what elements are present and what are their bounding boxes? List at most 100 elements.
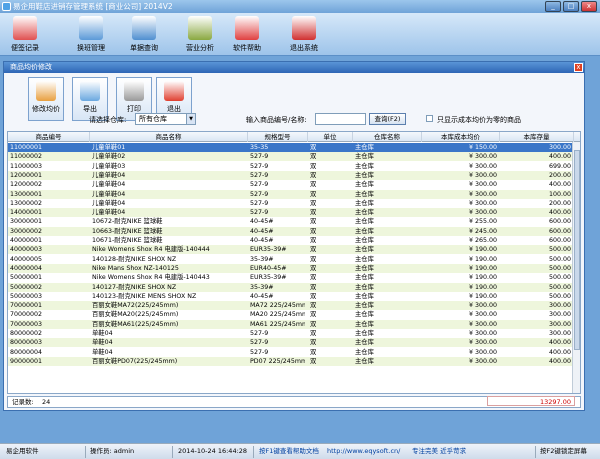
exit-icon [164, 81, 184, 101]
table-row[interactable]: 50000003 140123-耐克NIKE MENS SHOX NZ 40-45#… [8, 292, 574, 301]
filter-row: 请选择仓库: 所有仓库 ▼ 输入商品编号/名称: 查询(F2) 只显示成本均价为… [4, 112, 584, 127]
table-cell: 儿童单鞋02 [92, 153, 126, 161]
close-app-button[interactable]: x [581, 1, 597, 12]
column-header[interactable]: 单位 [308, 132, 353, 142]
table-cell: 双 [310, 237, 317, 244]
table-cell: 50000002 [10, 283, 43, 291]
table-row[interactable]: 70000001 百丽女鞋MA72(225/245mm) MA72 225/245m… [8, 301, 574, 311]
table-row[interactable]: 11000002 儿童单鞋02 527-9 双 主仓库 ¥ 300.00 400.00 [8, 152, 574, 162]
table-row[interactable]: 40000001 10671-耐克NIKE 篮球鞋 40-45# 双 主仓库 ¥ 265.… [8, 236, 574, 245]
table-row[interactable]: 80000003 单鞋04 527-9 双 主仓库 ¥ 300.00 400.00 [8, 338, 574, 348]
toolbar-bill-query-button[interactable]: 单据查询 [122, 14, 166, 55]
table-cell: 400.00 [548, 339, 571, 347]
toolbar-exit-button[interactable]: 退出系统 [282, 14, 326, 55]
table-row[interactable]: 40000005 140128-耐克NIKE SHOX NZ 35-39# 双 主仓库 ¥… [8, 255, 574, 264]
table-row[interactable]: 13000002 儿童单鞋04 527-9 双 主仓库 ¥ 300.00 200.00 [8, 199, 574, 208]
table-cell: 699.00 [548, 162, 571, 170]
table-cell: 主仓库 [355, 255, 374, 263]
table-row[interactable]: 12000001 儿童单鞋04 527-9 双 主仓库 ¥ 300.00 200.00 [8, 170, 574, 180]
column-header[interactable]: 仓库名称 [353, 132, 422, 142]
column-header[interactable]: 本库成本均价 [422, 132, 500, 142]
table-cell: 主仓库 [355, 227, 374, 235]
column-header[interactable]: 规格型号 [248, 132, 308, 142]
status-url[interactable]: http://www.eqysoft.cn/ [327, 444, 400, 459]
table-cell: MA72 225/245mm [250, 302, 305, 310]
table-cell: 10671-耐克NIKE 篮球鞋 [92, 237, 163, 244]
table-cell: 双 [310, 218, 317, 226]
table-row[interactable]: 13000001 儿童单鞋04 527-9 双 主仓库 ¥ 300.00 100.00 [8, 189, 574, 199]
table-row[interactable]: 50000002 140127-耐克NIKE SHOX NZ 35-39# 双 主仓库 ¥… [8, 282, 574, 292]
table-cell: 35-35 [250, 144, 269, 151]
table-row[interactable]: 14000001 儿童单鞋04 527-9 双 主仓库 ¥ 300.00 400.00 [8, 208, 574, 218]
table-cell: 140127-耐克NIKE SHOX NZ [92, 283, 177, 291]
table-cell: ¥ 190.00 [468, 255, 497, 263]
table-cell: 140123-耐克NIKE MENS SHOX NZ [92, 292, 197, 300]
table-cell: ¥ 300.00 [468, 348, 497, 356]
table-cell: 10663-耐克NIKE 篮球鞋 [92, 227, 163, 235]
shift-icon [79, 16, 103, 40]
maximize-button[interactable]: □ [563, 1, 579, 12]
table-cell: 主仓库 [355, 330, 374, 337]
column-header[interactable]: 商品编号 [8, 132, 90, 142]
table-cell: 单鞋04 [92, 339, 113, 347]
table-cell: 500.00 [548, 274, 571, 282]
table-cell: EUR35-39# [250, 246, 287, 254]
table-cell: 主仓库 [355, 199, 374, 207]
table-cell: ¥ 190.00 [468, 274, 497, 282]
table-cell: 11000002 [10, 153, 43, 161]
toolbar-help-button[interactable]: 软件帮助 [225, 14, 269, 55]
toolbar-shift-button[interactable]: 换班管理 [69, 14, 113, 55]
table-cell: 主仓库 [355, 237, 374, 244]
table-cell: 400.00 [548, 348, 571, 356]
table-cell: ¥ 300.00 [468, 320, 497, 328]
table-row[interactable]: 50000001 Nike Womens Shox R4 电建版-140443 EU… [8, 273, 574, 282]
column-header[interactable]: 商品名称 [90, 132, 248, 142]
table-cell: ¥ 300.00 [468, 190, 497, 198]
table-cell: ¥ 265.00 [468, 237, 497, 244]
table-cell: Nike Womens Shox R4 电建版-140443 [92, 274, 210, 282]
dialog-close-button[interactable]: x [574, 63, 583, 72]
search-input[interactable] [315, 113, 366, 125]
status-divider [253, 446, 254, 458]
table-cell: 双 [310, 311, 317, 319]
table-cell: 40000001 [10, 237, 43, 244]
table-row[interactable]: 80000004 单鞋04 527-9 双 主仓库 ¥ 300.00 400.00 [8, 348, 574, 357]
table-row[interactable]: 90000001 百丽女鞋PD07(225/245mm) PD07 225/245m… [8, 356, 574, 366]
help-icon [235, 16, 259, 40]
toolbar-label: 换班管理 [77, 44, 105, 52]
query-button[interactable]: 查询(F2) [369, 113, 406, 125]
table-cell: 双 [310, 190, 317, 198]
table-row[interactable]: 11000003 儿童单鞋03 527-9 双 主仓库 ¥ 300.00 699.00 [8, 162, 574, 171]
zero-price-checkbox[interactable] [426, 115, 433, 122]
table-cell: 527-9 [250, 162, 269, 170]
table-cell: 双 [310, 348, 317, 356]
table-row[interactable]: 30000001 10672-耐克NIKE 篮球鞋 40-45# 双 主仓库 ¥ 255.… [8, 217, 574, 226]
table-row[interactable]: 30000002 10663-耐克NIKE 篮球鞋 40-45# 双 主仓库 ¥ 245.… [8, 226, 574, 236]
minimize-button[interactable]: _ [545, 1, 561, 12]
scroll-thumb[interactable] [574, 150, 580, 350]
table-row[interactable]: 80000002 单鞋04 527-9 双 主仓库 ¥ 300.00 300.00 [8, 329, 574, 338]
table-cell: 40-45# [250, 218, 274, 226]
table-cell: 主仓库 [355, 348, 374, 356]
table-row[interactable]: 40000003 Nike Womens Shox R4 电建版-140444 EU… [8, 245, 574, 255]
column-header[interactable]: 本库存量 [500, 132, 574, 142]
table-row[interactable]: 40000004 Nike Mans Shox NZ-140125 EUR40-45… [8, 263, 574, 273]
toolbar-label: 软件帮助 [233, 44, 261, 52]
table-cell: 400.00 [548, 209, 571, 217]
chevron-down-icon[interactable]: ▼ [186, 114, 195, 124]
toolbar-business-analysis-button[interactable]: 营业分析 [178, 14, 222, 55]
table-cell: 主仓库 [355, 218, 374, 226]
table-row[interactable]: 70000003 百丽女鞋MA61(225/245mm) MA61 225/245m… [8, 319, 574, 329]
table-cell: ¥ 300.00 [468, 311, 497, 319]
table-row[interactable]: 12000002 儿童单鞋04 527-9 双 主仓库 ¥ 300.00 400.00 [8, 180, 574, 189]
table-cell: 500.00 [548, 292, 571, 300]
vertical-scrollbar[interactable] [572, 142, 580, 393]
table-row[interactable]: 11000001 儿童单鞋01 35-35 双 主仓库 ¥ 150.00 300.00 [8, 143, 574, 152]
table-cell: 双 [310, 274, 317, 282]
warehouse-select[interactable]: 所有仓库 ▼ [135, 113, 196, 125]
table-cell: 80000002 [10, 330, 43, 337]
table-cell: 双 [310, 209, 317, 217]
table-row[interactable]: 70000002 百丽女鞋MA20(225/245mm) MA20 225/245m… [8, 310, 574, 319]
toolbar-notes-button[interactable]: 便签记录 [3, 14, 47, 55]
table-cell: 主仓库 [355, 302, 374, 310]
